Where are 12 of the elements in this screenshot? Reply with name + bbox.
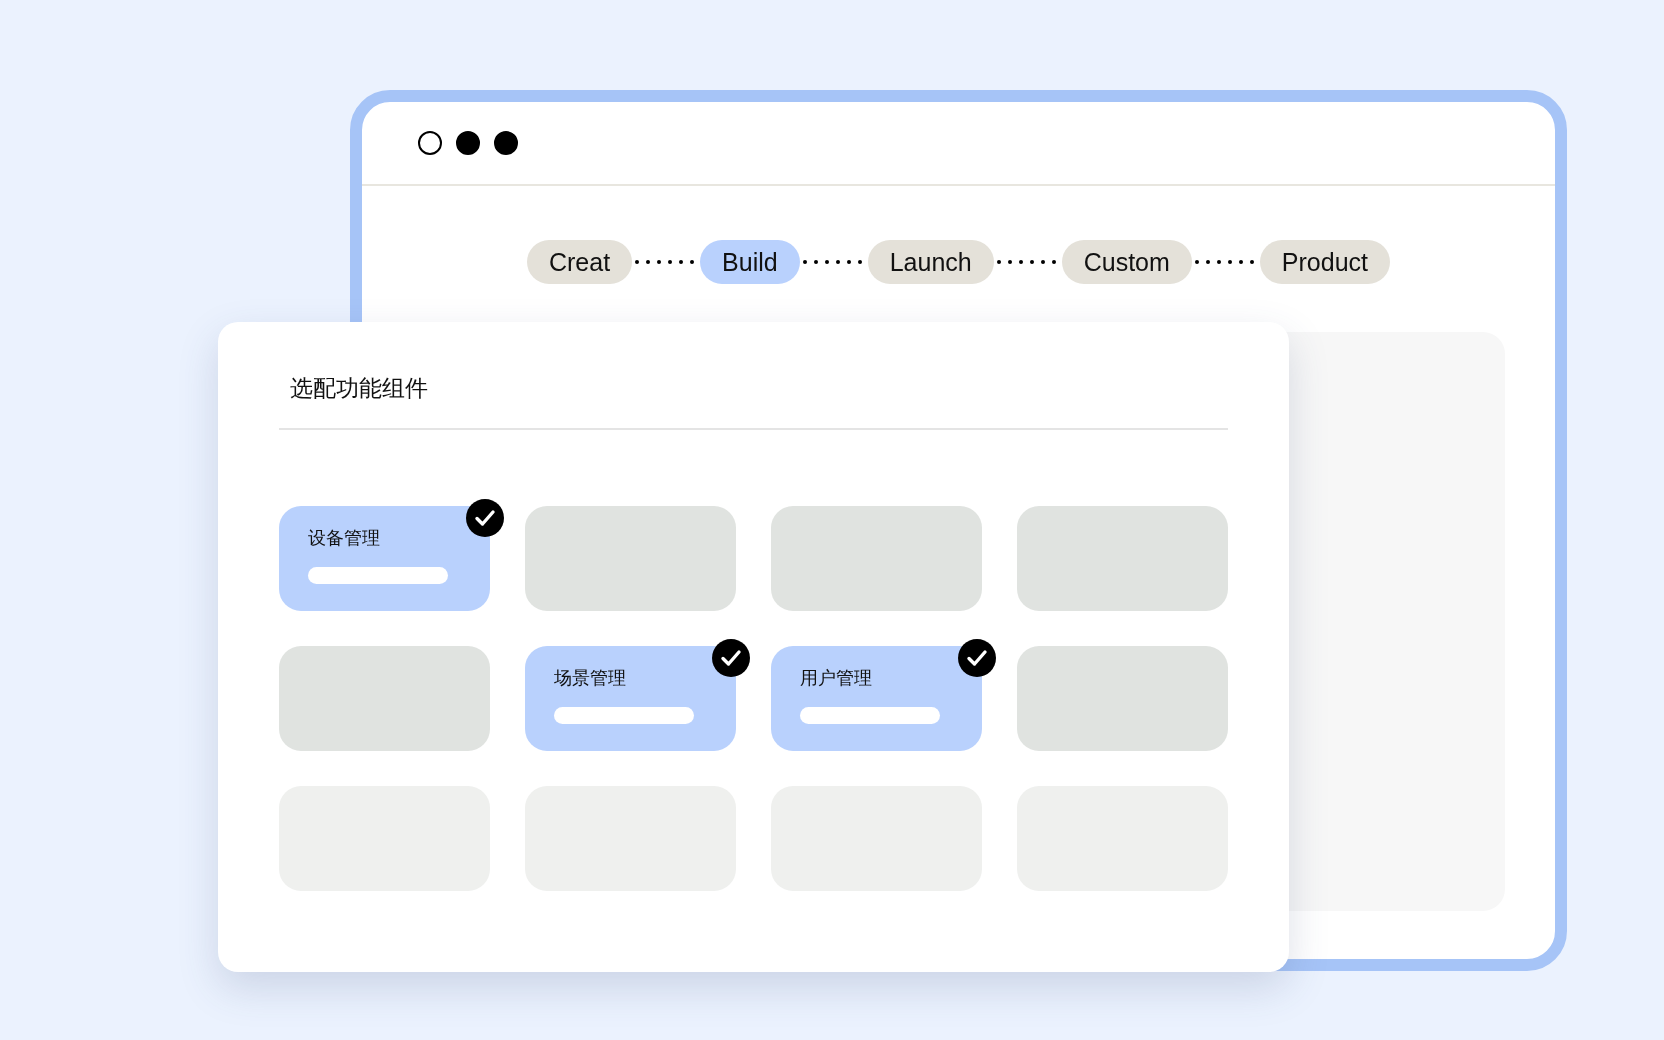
dialog-title: 选配功能组件 [289,373,429,403]
option-tile[interactable]: 用户管理 [771,646,982,751]
step-tab[interactable]: Creat [526,240,633,284]
step-tab[interactable]: Custom [1061,240,1192,284]
tile-label: 用户管理 [800,667,873,690]
tile-label: 场景管理 [554,667,627,690]
option-tile[interactable]: 设备管理 [279,506,490,611]
step-tab[interactable]: Product [1259,240,1391,284]
option-tile[interactable]: 场景管理 [525,646,736,751]
tile-label: 设备管理 [308,527,381,550]
step-tab[interactable]: Launch [867,240,994,284]
step-tab[interactable]: Build [700,240,800,284]
